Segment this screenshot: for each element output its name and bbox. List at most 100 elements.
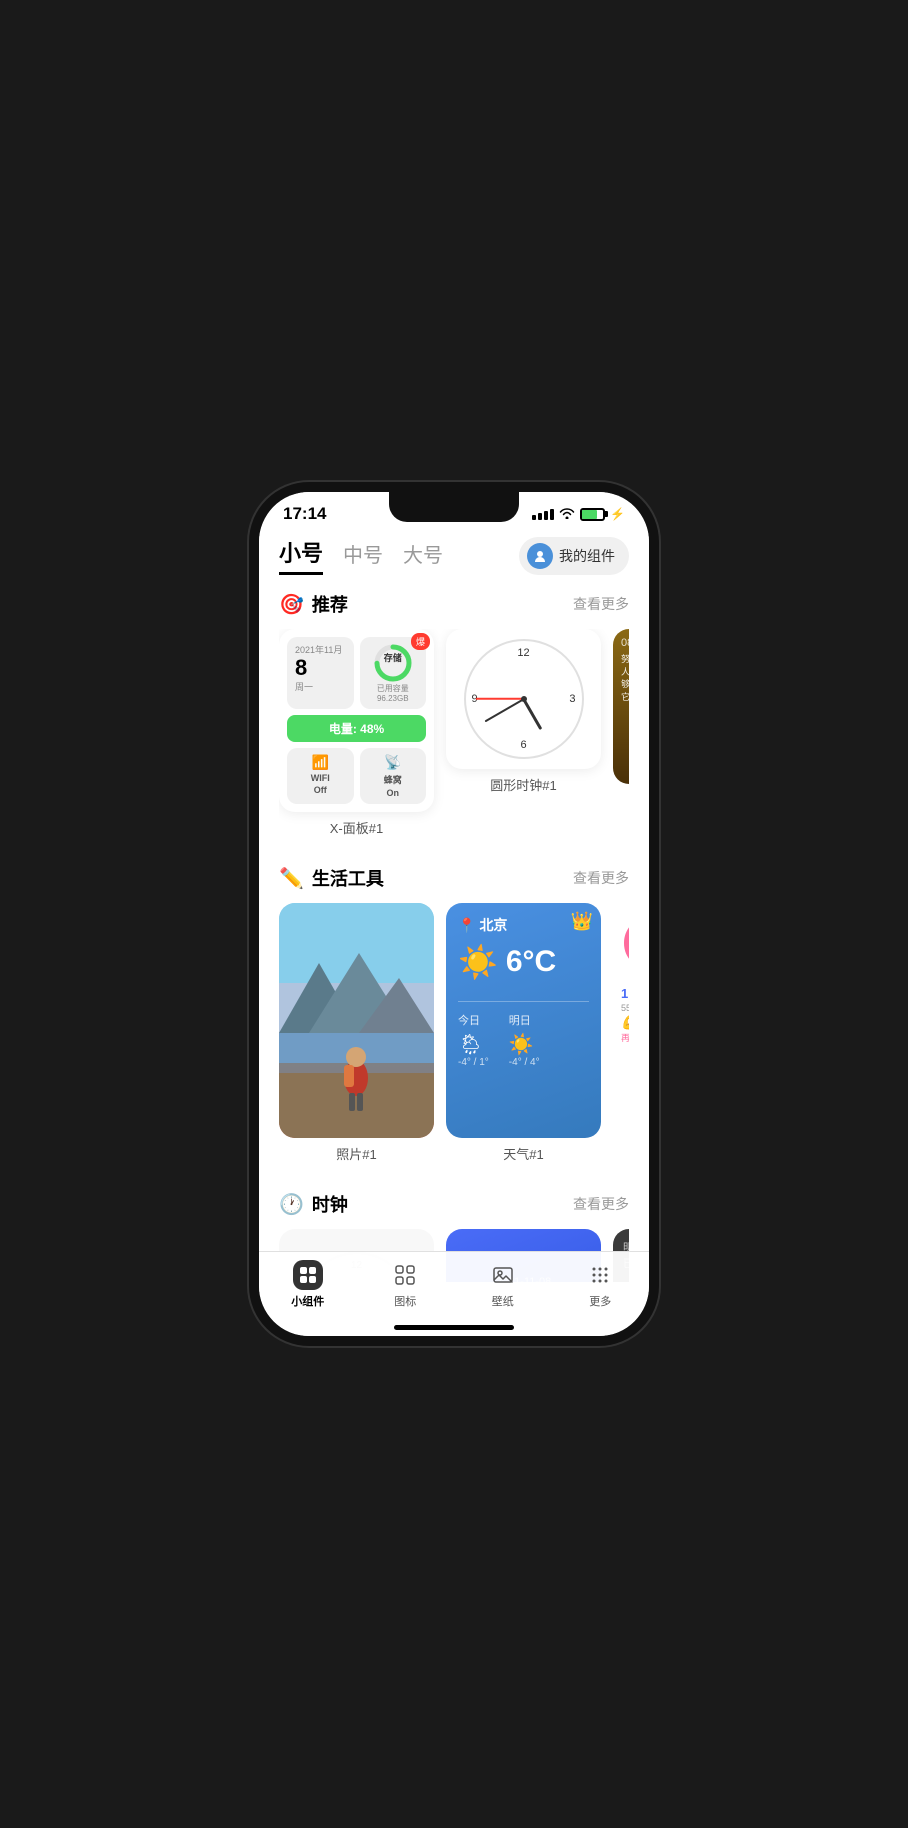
x-panel-battery: 电量: 48% <box>287 715 426 742</box>
analog-clock-label: 圆形时钟#1 <box>446 769 601 804</box>
life-tools-icon: ✏️ <box>279 866 304 891</box>
weather-sun-icon: ☀️ <box>458 943 498 981</box>
wallpaper-nav-icon <box>488 1260 518 1290</box>
wifi-off-icon: 📶 <box>312 754 329 771</box>
battery-bolt: ⚡ <box>610 507 625 521</box>
fitness-calories: 55 千 <box>621 1001 629 1014</box>
recommended-icon: 🎯 <box>279 592 304 617</box>
battery-fill <box>582 510 597 519</box>
my-widgets-button[interactable]: 我的组件 <box>519 537 629 575</box>
my-widgets-label: 我的组件 <box>559 546 615 566</box>
x-panel-cell: 📡 蜂窝 On <box>360 748 427 804</box>
clock-title: 🕐 时钟 <box>279 1191 348 1217</box>
size-tabs-header: 小号 中号 大号 我的组件 <box>259 528 649 585</box>
recommended-label: 推荐 <box>312 591 348 617</box>
x-panel-storage: 爆 存储 已用容量 96.23GB <box>360 637 427 709</box>
wifi-icon <box>559 506 575 522</box>
today-forecast: 今日 🌦 -4° / 1° <box>458 1012 489 1068</box>
photo-label: 照片#1 <box>279 1138 434 1173</box>
daily-date: 08/11 <box>621 637 629 649</box>
fitness-widget[interactable]: 1,476 55 千 💪 再接 <box>613 903 629 1138</box>
daily-widget-wrapper: 08/11 努力的人的事情够把握它， 每日 <box>613 629 629 847</box>
widgets-nav-icon <box>293 1260 323 1290</box>
crown-icon: 👑 <box>571 911 593 932</box>
nav-icons-label: 图标 <box>394 1293 416 1309</box>
recommended-header: 🎯 推荐 查看更多 <box>279 591 629 617</box>
signal-icon <box>532 509 554 520</box>
x-panel-gb: 96.23GB <box>377 694 409 703</box>
recommended-title: 🎯 推荐 <box>279 591 348 617</box>
recommended-scroll: 2021年11月 8 周一 爆 <box>279 629 629 859</box>
fitness-action: 再接 <box>621 1031 629 1044</box>
weather-widget[interactable]: 📍 北京 👑 ☀️ 6°C 今日 🌦 -4° / 1° <box>446 903 601 1138</box>
recommended-see-more[interactable]: 查看更多 <box>573 594 629 614</box>
second-hand <box>476 698 524 700</box>
clock-section-label: 时钟 <box>312 1191 348 1217</box>
life-tools-header: ✏️ 生活工具 查看更多 <box>279 865 629 891</box>
x-panel-date: 2021年11月 8 周一 <box>287 637 354 709</box>
weather-widget-wrapper: 📍 北京 👑 ☀️ 6°C 今日 🌦 -4° / 1° <box>446 903 601 1173</box>
tab-large[interactable]: 大号 <box>403 539 443 572</box>
clock-6: 6 <box>520 739 526 751</box>
tab-medium[interactable]: 中号 <box>343 539 383 572</box>
life-tools-title: ✏️ 生活工具 <box>279 865 384 891</box>
fitness-steps-value: 1,476 <box>621 986 629 1001</box>
weather-temp: 6°C <box>506 945 556 979</box>
fitness-ring <box>621 913 629 973</box>
nav-widgets-label: 小组件 <box>291 1293 324 1309</box>
bottom-nav: 小组件 图标 壁纸 <box>259 1251 649 1336</box>
icons-nav-icon <box>390 1260 420 1290</box>
x-panel-day: 8 <box>295 656 346 680</box>
nav-more[interactable]: 更多 <box>552 1260 650 1309</box>
x-panel-weekday: 周一 <box>295 680 346 693</box>
x-panel-storage-badge: 爆 <box>411 633 430 650</box>
life-tools-see-more[interactable]: 查看更多 <box>573 868 629 888</box>
nav-wallpaper-label: 壁纸 <box>492 1293 514 1309</box>
tab-small[interactable]: 小号 <box>279 536 323 575</box>
tomorrow-icon: ☀️ <box>509 1032 540 1057</box>
battery-icon <box>580 508 605 521</box>
weather-location: 📍 北京 <box>458 915 589 935</box>
photo-widget[interactable] <box>279 903 434 1138</box>
user-avatar <box>527 543 553 569</box>
life-tools-label: 生活工具 <box>312 865 384 891</box>
daily-label: 每日 <box>613 784 629 819</box>
x-panel-label: X-面板#1 <box>279 812 434 847</box>
clock-12: 12 <box>517 647 529 659</box>
location-pin-icon: 📍 <box>458 917 475 934</box>
tomorrow-forecast: 明日 ☀️ -4° / 4° <box>509 1012 540 1068</box>
daily-widget[interactable]: 08/11 努力的人的事情够把握它， <box>613 629 629 784</box>
status-time: 17:14 <box>283 504 326 524</box>
clock-see-more[interactable]: 查看更多 <box>573 1194 629 1214</box>
photo-widget-wrapper: 照片#1 <box>279 903 434 1173</box>
x-panel-widget-wrapper: 2021年11月 8 周一 爆 <box>279 629 434 847</box>
main-content: 小号 中号 大号 我的组件 🎯 推荐 查看更多 <box>259 528 649 1282</box>
nav-icons[interactable]: 图标 <box>357 1260 455 1309</box>
home-indicator <box>394 1325 514 1330</box>
analog-clock-wrapper: 12 3 6 9 圆形时钟#1 <box>446 629 601 847</box>
analog-clock-face: 12 3 6 9 <box>464 639 584 759</box>
cell-on-icon: 📡 <box>384 754 401 771</box>
x-panel-widget[interactable]: 2021年11月 8 周一 爆 <box>279 629 434 812</box>
nav-wallpaper[interactable]: 壁纸 <box>454 1260 552 1309</box>
more-nav-icon <box>585 1260 615 1290</box>
notch <box>389 492 519 522</box>
clock-3: 3 <box>569 693 575 705</box>
photo-bg <box>279 903 434 1138</box>
recommended-section: 🎯 推荐 查看更多 2021年11月 8 周一 <box>259 585 649 859</box>
daily-text: 努力的人的事情够把握它， <box>621 653 629 703</box>
photo-scene <box>279 903 434 1138</box>
life-tools-scroll: 照片#1 📍 北京 👑 ☀️ 6°C <box>279 903 629 1185</box>
fitness-steps: 1,476 55 千 💪 再接 <box>621 986 629 1044</box>
x-panel-wifi: 📶 WIFI Off <box>287 748 354 804</box>
nav-more-label: 更多 <box>589 1293 611 1309</box>
life-tools-section: ✏️ 生活工具 查看更多 <box>259 859 649 1185</box>
clock-center <box>521 696 527 702</box>
weather-forecast: 今日 🌦 -4° / 1° 明日 ☀️ -4° / 4° <box>458 1001 589 1068</box>
weather-temp-row: ☀️ 6°C <box>458 943 589 981</box>
nav-widgets[interactable]: 小组件 <box>259 1260 357 1309</box>
analog-clock-widget[interactable]: 12 3 6 9 <box>446 629 601 769</box>
clock-header: 🕐 时钟 查看更多 <box>279 1191 629 1217</box>
today-icon: 🌦 <box>458 1032 489 1057</box>
minute-hand <box>484 698 524 722</box>
